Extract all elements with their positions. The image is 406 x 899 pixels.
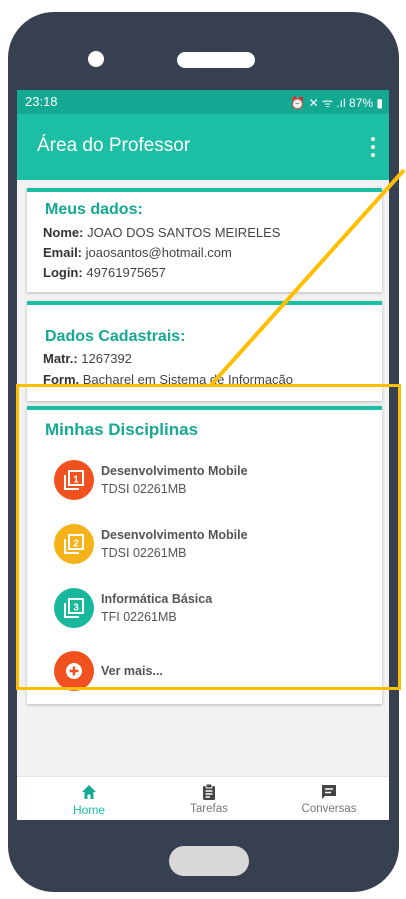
annotation-pointer-line [209,168,406,387]
